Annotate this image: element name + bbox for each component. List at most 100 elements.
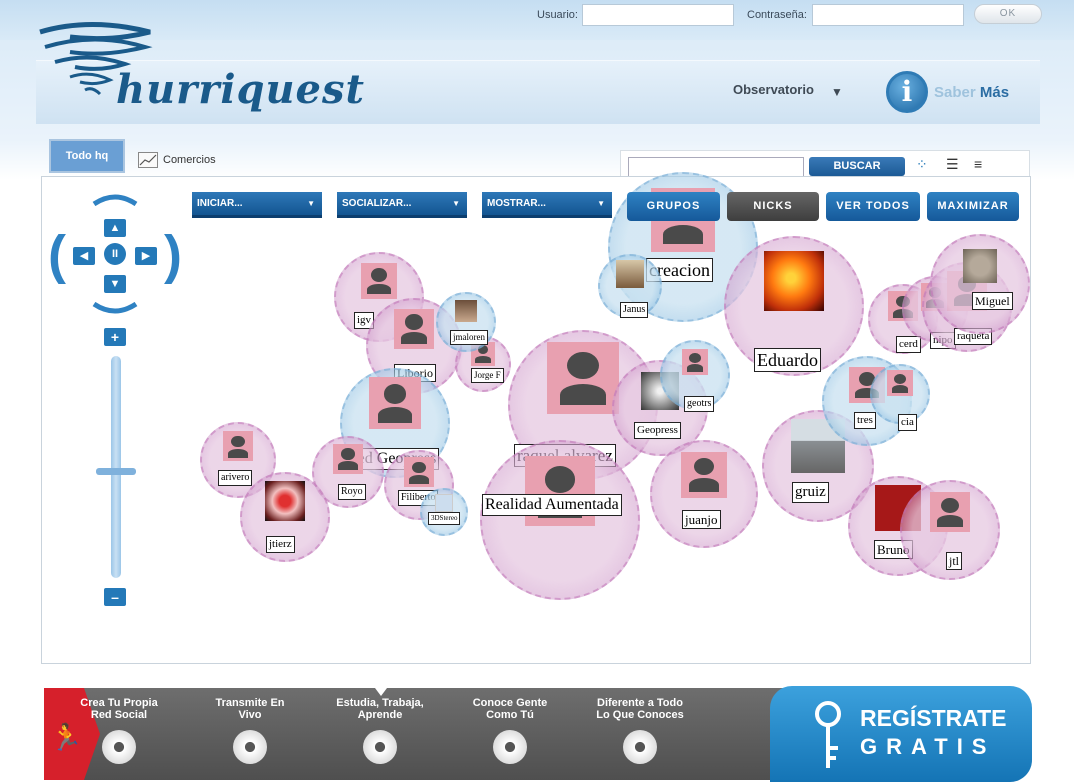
user-nick-label[interactable]: 3DStereo [428, 512, 461, 525]
feature-item[interactable]: Diferente a Todo Lo Que Conoces [585, 697, 695, 721]
default-avatar-icon[interactable] [887, 370, 913, 397]
password-input[interactable] [812, 4, 964, 26]
logo-text[interactable]: hurriquest [116, 66, 365, 113]
feature-item[interactable]: Estudia, Trabaja, Aprende [325, 697, 435, 721]
default-avatar-icon[interactable] [681, 451, 727, 498]
register-free-label: GRATIS [860, 734, 996, 759]
user-nick-label[interactable]: cia [898, 414, 917, 431]
user-nick-label[interactable]: Janus [620, 302, 649, 318]
pan-down-button[interactable]: ▼ [104, 275, 126, 293]
pause-button[interactable]: II [104, 243, 126, 265]
user-photo[interactable] [265, 480, 305, 521]
menu-mostrar[interactable]: MOSTRAR... ▼ [482, 192, 612, 218]
feature-line-1: Crea Tu Propia [80, 697, 158, 709]
default-avatar-icon[interactable] [547, 342, 619, 414]
user-nick-label[interactable]: Jorge F [471, 368, 504, 383]
info-icon[interactable]: i [886, 71, 928, 113]
user-photo[interactable] [764, 250, 824, 311]
default-avatar-icon[interactable] [394, 308, 434, 349]
user-nick-label[interactable]: Miguel [972, 292, 1013, 310]
feature-item[interactable]: Transmite En Vivo [195, 697, 305, 721]
user-nick-label[interactable]: jtl [946, 552, 963, 570]
compact-list-icon[interactable]: ≡ [974, 156, 982, 172]
pan-up-button[interactable]: ▲ [104, 219, 126, 237]
zoom-slider-track[interactable] [111, 356, 121, 578]
zoom-slider-thumb[interactable] [96, 468, 136, 475]
password-label: Contraseña: [747, 9, 807, 21]
feature-line-2: Lo Que Conoces [596, 709, 684, 721]
pan-left-button[interactable]: ◀ [73, 247, 95, 265]
zoom-out-button[interactable]: – [104, 588, 126, 606]
list-view-icon[interactable]: ☰ [946, 156, 959, 173]
feature-line-2: Como Tú [486, 709, 534, 721]
username-label: Usuario: [537, 9, 578, 21]
left-bracket-icon: ( [48, 225, 66, 285]
search-input[interactable] [628, 157, 804, 177]
disc-icon[interactable] [233, 730, 267, 764]
default-avatar-icon[interactable] [223, 431, 253, 462]
menu-iniciar[interactable]: INICIAR... ▼ [192, 192, 322, 218]
nicks-button[interactable]: NICKS [727, 192, 819, 221]
feature-line-1: Estudia, Trabaja, [336, 697, 424, 709]
feature-item[interactable]: Crea Tu Propia Red Social [64, 697, 174, 721]
caret-down-icon: ▼ [597, 199, 605, 208]
user-nick-label[interactable]: arivero [218, 470, 253, 486]
menu-socializar[interactable]: SOCIALIZAR... ▼ [337, 192, 467, 218]
pan-right-button[interactable]: ▶ [135, 247, 157, 265]
default-avatar-icon[interactable] [404, 457, 434, 488]
right-bracket-icon: ) [164, 225, 182, 285]
caret-down-icon: ▼ [452, 199, 460, 208]
bottom-arc-icon [92, 302, 138, 314]
user-nick-label[interactable]: tres [854, 412, 876, 429]
default-avatar-icon[interactable] [361, 262, 397, 299]
menu-socializar-label: SOCIALIZAR... [342, 198, 412, 209]
user-nick-label[interactable]: geotrs [684, 396, 715, 412]
user-photo[interactable] [616, 260, 644, 289]
default-avatar-icon[interactable] [682, 349, 708, 376]
active-feature-marker [375, 688, 387, 696]
grupos-button[interactable]: GRUPOS [627, 192, 720, 221]
disc-icon[interactable] [102, 730, 136, 764]
user-nick-label[interactable]: Royo [338, 484, 366, 500]
user-photo[interactable] [963, 249, 997, 283]
user-nick-label[interactable]: cerd [896, 336, 921, 353]
username-input[interactable] [582, 4, 734, 26]
disc-icon[interactable] [623, 730, 657, 764]
user-nick-label[interactable]: juanjo [682, 510, 721, 529]
login-ok-button[interactable]: OK [974, 4, 1042, 24]
user-nick-label[interactable]: gruiz [792, 482, 829, 503]
register-label: REGÍSTRATE [860, 705, 1007, 731]
chevron-down-icon[interactable]: ▼ [831, 85, 843, 99]
chart-icon [138, 152, 158, 168]
top-arc-icon [92, 194, 138, 206]
feature-line-1: Conoce Gente [472, 697, 548, 709]
menu-mostrar-label: MOSTRAR... [487, 198, 546, 209]
tab-comercios[interactable]: Comercios [138, 152, 216, 168]
default-avatar-icon[interactable] [333, 444, 363, 475]
feature-line-2: Vivo [238, 709, 262, 721]
maximizar-button[interactable]: MAXIMIZAR [927, 192, 1019, 221]
feature-line-2: Red Social [90, 709, 148, 721]
default-avatar-icon[interactable] [369, 377, 421, 430]
mas-label: Más [979, 84, 1010, 101]
user-photo[interactable] [455, 300, 477, 323]
user-photo[interactable] [435, 494, 453, 513]
tab-todo-hq[interactable]: Todo hq [49, 139, 125, 173]
user-nick-label[interactable]: Eduardo [754, 348, 821, 372]
caret-down-icon: ▼ [307, 199, 315, 208]
bubble-view-icon[interactable]: ⁘ [916, 156, 928, 173]
ver-todos-button[interactable]: VER TODOS [826, 192, 920, 221]
user-nick-label[interactable]: Realidad Aumentada [482, 494, 622, 516]
user-nick-label[interactable]: Geopress [634, 422, 681, 439]
user-nick-label[interactable]: jmaloren [450, 330, 488, 345]
observatorio-menu[interactable]: Observatorio [733, 82, 814, 97]
disc-icon[interactable] [363, 730, 397, 764]
zoom-in-button[interactable]: + [104, 328, 126, 346]
feature-item[interactable]: Conoce Gente Como Tú [455, 697, 565, 721]
default-avatar-icon[interactable] [930, 492, 970, 532]
search-button[interactable]: BUSCAR [809, 157, 905, 176]
user-nick-label[interactable]: jtierz [266, 536, 295, 553]
disc-icon[interactable] [493, 730, 527, 764]
feature-line-1: Transmite En [215, 697, 285, 709]
saber-mas-link[interactable]: Saber Más [934, 84, 1009, 101]
